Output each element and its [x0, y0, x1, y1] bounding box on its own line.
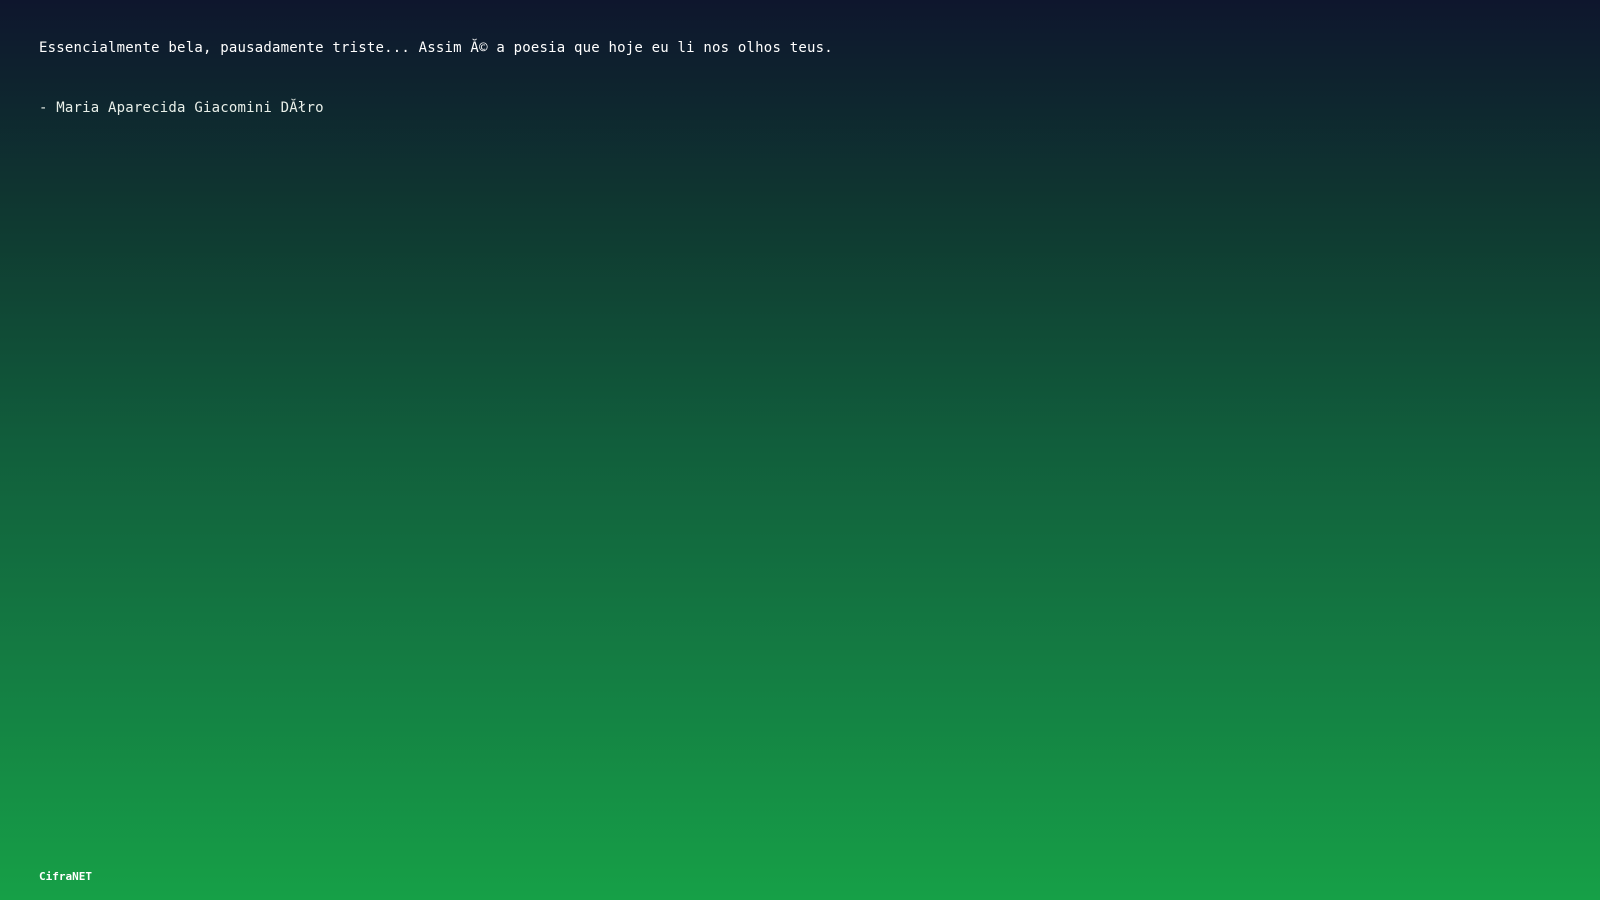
- poetry-slide: { "quote": { "text": "Essencialmente bel…: [0, 0, 1600, 900]
- brand-logo-text: CifraNET: [39, 870, 92, 883]
- quote-author: - Maria Aparecida Giacomini DĂłro: [39, 100, 324, 116]
- quote-text: Essencialmente bela, pausadamente triste…: [39, 40, 833, 56]
